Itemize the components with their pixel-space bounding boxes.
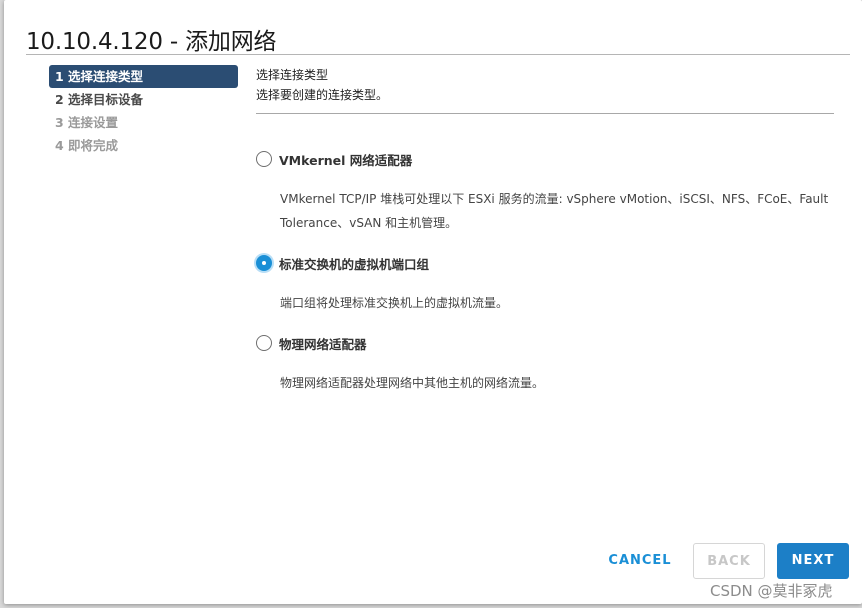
option-label-vmkernel[interactable]: VMkernel 网络适配器 (279, 150, 412, 169)
step-select-target-device[interactable]: 2 选择目标设备 (49, 88, 238, 111)
radio-button-physical-adapter[interactable] (256, 335, 272, 351)
radio-row-vmkernel[interactable]: VMkernel 网络适配器 (256, 149, 834, 169)
option-vm-port-group: 标准交换机的虚拟机端口组 端口组将处理标准交换机上的虚拟机流量。 (256, 253, 834, 315)
option-vmkernel-adapter: VMkernel 网络适配器 VMkernel TCP/IP 堆栈可处理以下 E… (256, 149, 834, 235)
step-select-connection-type[interactable]: 1 选择连接类型 (49, 65, 238, 88)
content-header: 选择连接类型 选择要创建的连接类型。 (256, 65, 834, 114)
radio-button-vm-port-group[interactable] (256, 255, 272, 271)
option-physical-adapter: 物理网络适配器 物理网络适配器处理网络中其他主机的网络流量。 (256, 333, 834, 395)
add-network-dialog: 10.10.4.120 - 添加网络 1 选择连接类型 2 选择目标设备 3 连… (4, 0, 862, 604)
radio-button-vmkernel[interactable] (256, 151, 272, 167)
step-ready-to-complete: 4 即将完成 (55, 138, 119, 153)
option-label-vm-port-group[interactable]: 标准交换机的虚拟机端口组 (279, 254, 429, 273)
content-subtitle: 选择要创建的连接类型。 (256, 88, 389, 102)
next-button[interactable]: NEXT (777, 543, 849, 579)
cancel-button[interactable]: CANCEL (605, 543, 675, 579)
watermark: CSDN @莫非冢虎 (710, 582, 833, 600)
option-description-physical-adapter: 物理网络适配器处理网络中其他主机的网络流量。 (280, 376, 545, 390)
radio-row-vm-port-group[interactable]: 标准交换机的虚拟机端口组 (256, 253, 834, 273)
wizard-steps: 1 选择连接类型 2 选择目标设备 3 连接设置 4 即将完成 (49, 65, 238, 157)
option-description-vm-port-group: 端口组将处理标准交换机上的虚拟机流量。 (280, 296, 509, 310)
content-panel: 选择连接类型 选择要创建的连接类型。 VMkernel 网络适配器 VMkern… (256, 65, 834, 390)
dialog-title: 10.10.4.120 - 添加网络 (26, 29, 277, 55)
back-button: BACK (693, 543, 765, 579)
title-divider (26, 54, 850, 55)
option-label-physical-adapter[interactable]: 物理网络适配器 (279, 334, 367, 353)
option-description-vmkernel: VMkernel TCP/IP 堆栈可处理以下 ESXi 服务的流量: vSph… (280, 192, 829, 230)
radio-row-physical-adapter[interactable]: 物理网络适配器 (256, 333, 834, 353)
content-title: 选择连接类型 (256, 68, 329, 82)
step-connection-settings: 3 连接设置 (55, 115, 119, 130)
